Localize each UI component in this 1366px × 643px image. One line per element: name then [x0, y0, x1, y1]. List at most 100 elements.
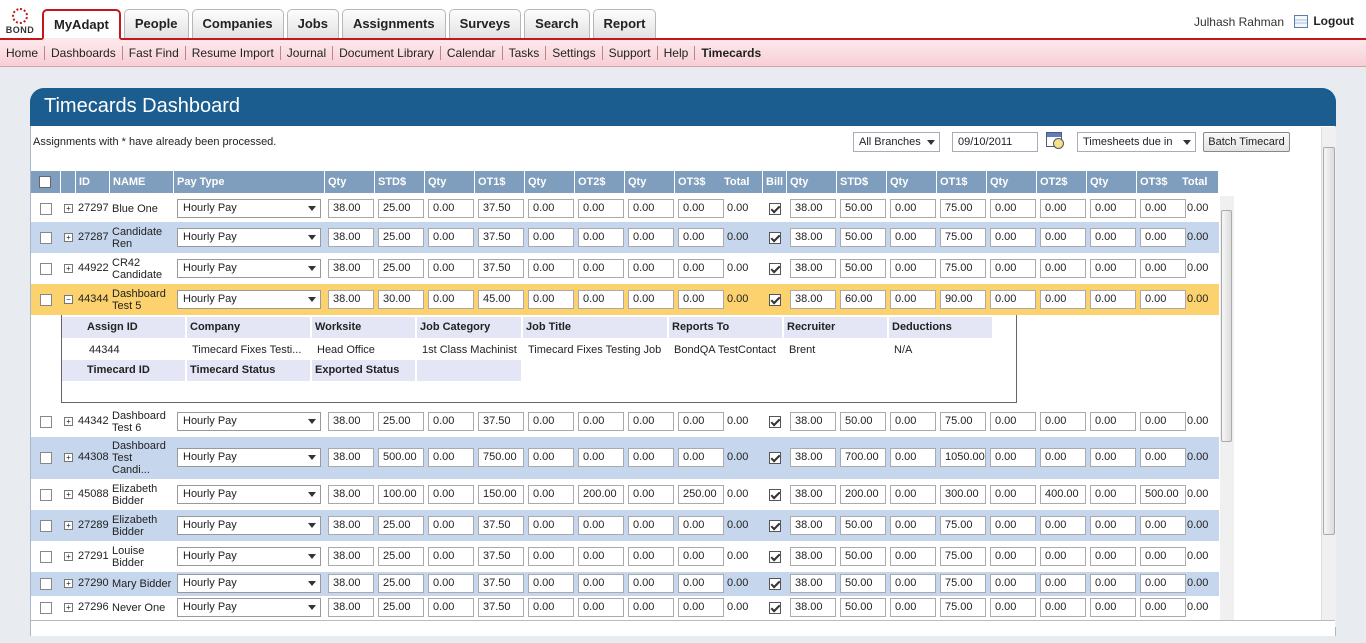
- bill-ot1-rate-input[interactable]: 75.00: [940, 412, 986, 431]
- candidate-name[interactable]: Blue One: [112, 203, 174, 215]
- bill-ot1-qty-input[interactable]: 0.00: [890, 290, 936, 309]
- bill-ot2-rate-input[interactable]: 400.00: [1040, 485, 1086, 504]
- bill-ot3-rate-input[interactable]: 0.00: [1140, 547, 1186, 566]
- bill-ot3-qty-input[interactable]: 0.00: [1090, 574, 1136, 593]
- pay-ot3-qty-input[interactable]: 0.00: [628, 290, 674, 309]
- bill-ot3-qty-input[interactable]: 0.00: [1090, 516, 1136, 535]
- bill-std-rate-input[interactable]: 50.00: [840, 598, 886, 617]
- row-select-checkbox[interactable]: [40, 232, 52, 244]
- grid-scrollbar[interactable]: [1220, 196, 1234, 620]
- column-header-std-dollars-4[interactable]: STD$: [375, 171, 425, 193]
- bill-ot1-qty-input[interactable]: 0.00: [890, 412, 936, 431]
- pay-type-select[interactable]: Hourly Pay: [177, 199, 321, 218]
- column-header-bill-12[interactable]: Bill: [763, 171, 787, 193]
- panel-scrollbar-thumb[interactable]: [1323, 147, 1335, 535]
- bill-ot3-qty-input[interactable]: 0.00: [1090, 259, 1136, 278]
- pay-ot2-rate-input[interactable]: 0.00: [578, 516, 624, 535]
- logout-button[interactable]: Logout: [1294, 14, 1354, 28]
- table-row[interactable]: +44922 CR42 Candidate Hourly Pay 38.00 25.00 0…: [31, 253, 1219, 284]
- expand-icon[interactable]: +: [64, 603, 73, 612]
- bill-std-rate-input[interactable]: 50.00: [840, 259, 886, 278]
- candidate-name[interactable]: Dashboard Test 6: [112, 410, 174, 434]
- pay-std-qty-input[interactable]: 38.00: [328, 485, 374, 504]
- bill-std-rate-input[interactable]: 50.00: [840, 547, 886, 566]
- date-input[interactable]: 09/10/2011: [952, 132, 1038, 152]
- panel-scrollbar[interactable]: [1321, 127, 1336, 627]
- column-header-ot2-dollars-8[interactable]: OT2$: [575, 171, 625, 193]
- pay-std-rate-input[interactable]: 30.00: [378, 290, 424, 309]
- pay-ot2-rate-input[interactable]: 200.00: [578, 485, 624, 504]
- pay-ot2-rate-input[interactable]: 0.00: [578, 547, 624, 566]
- candidate-name[interactable]: Elizabeth Bidder: [112, 483, 174, 507]
- pay-ot1-qty-input[interactable]: 0.00: [428, 547, 474, 566]
- bill-ot1-rate-input[interactable]: 75.00: [940, 228, 986, 247]
- bill-ot2-rate-input[interactable]: 0.00: [1040, 547, 1086, 566]
- pay-type-select[interactable]: Hourly Pay: [177, 259, 321, 278]
- calendar-icon[interactable]: [1046, 132, 1064, 149]
- bill-ot3-rate-input[interactable]: 0.00: [1140, 574, 1186, 593]
- bill-checkbox[interactable]: [769, 578, 781, 590]
- row-select-checkbox[interactable]: [40, 520, 52, 532]
- candidate-name[interactable]: Dashboard Test 5: [112, 288, 174, 312]
- pay-ot1-rate-input[interactable]: 37.50: [478, 598, 524, 617]
- bill-std-qty-input[interactable]: 38.00: [790, 259, 836, 278]
- bill-ot1-qty-input[interactable]: 0.00: [890, 228, 936, 247]
- pay-ot2-qty-input[interactable]: 0.00: [528, 412, 574, 431]
- bill-ot2-qty-input[interactable]: 0.00: [990, 547, 1036, 566]
- select-all-header[interactable]: [31, 171, 61, 193]
- pay-ot1-rate-input[interactable]: 37.50: [478, 199, 524, 218]
- bill-std-qty-input[interactable]: 38.00: [790, 598, 836, 617]
- bill-ot1-qty-input[interactable]: 0.00: [890, 547, 936, 566]
- subnav-calendar[interactable]: Calendar: [441, 46, 503, 60]
- bill-ot2-rate-input[interactable]: 0.00: [1040, 259, 1086, 278]
- tab-companies[interactable]: Companies: [191, 9, 284, 38]
- pay-ot1-rate-input[interactable]: 37.50: [478, 574, 524, 593]
- subnav-settings[interactable]: Settings: [546, 46, 603, 60]
- bill-ot3-qty-input[interactable]: 0.00: [1090, 448, 1136, 467]
- pay-ot3-rate-input[interactable]: 0.00: [678, 547, 724, 566]
- pay-ot1-qty-input[interactable]: 0.00: [428, 228, 474, 247]
- table-row[interactable]: −44344 Dashboard Test 5 Hourly Pay 38.00 30.0…: [31, 284, 1219, 315]
- pay-type-select[interactable]: Hourly Pay: [177, 228, 321, 247]
- bill-ot3-rate-input[interactable]: 500.00: [1140, 485, 1186, 504]
- pay-ot2-qty-input[interactable]: 0.00: [528, 485, 574, 504]
- bill-ot1-rate-input[interactable]: 90.00: [940, 290, 986, 309]
- row-select-checkbox[interactable]: [40, 602, 52, 614]
- bill-ot3-rate-input[interactable]: 0.00: [1140, 516, 1186, 535]
- pay-ot3-rate-input[interactable]: 0.00: [678, 574, 724, 593]
- subnav-fast-find[interactable]: Fast Find: [123, 46, 186, 60]
- candidate-name[interactable]: Dashboard Test Candi...: [112, 440, 174, 476]
- bill-ot1-qty-input[interactable]: 0.00: [890, 516, 936, 535]
- tab-myadapt[interactable]: MyAdapt: [42, 9, 121, 40]
- pay-std-qty-input[interactable]: 38.00: [328, 574, 374, 593]
- bill-checkbox[interactable]: [769, 263, 781, 275]
- subnav-document-library[interactable]: Document Library: [333, 46, 441, 60]
- column-header-std-dollars-14[interactable]: STD$: [837, 171, 887, 193]
- pay-type-select[interactable]: Hourly Pay: [177, 574, 321, 593]
- pay-ot3-qty-input[interactable]: 0.00: [628, 259, 674, 278]
- timesheet-due-select[interactable]: Timesheets due in: [1077, 132, 1196, 152]
- pay-std-qty-input[interactable]: 38.00: [328, 598, 374, 617]
- pay-ot3-rate-input[interactable]: 0.00: [678, 259, 724, 278]
- bill-ot1-qty-input[interactable]: 0.00: [890, 485, 936, 504]
- bill-ot2-qty-input[interactable]: 0.00: [990, 516, 1036, 535]
- pay-std-qty-input[interactable]: 38.00: [328, 259, 374, 278]
- pay-std-rate-input[interactable]: 25.00: [378, 574, 424, 593]
- bill-ot2-qty-input[interactable]: 0.00: [990, 412, 1036, 431]
- pay-type-select[interactable]: Hourly Pay: [177, 547, 321, 566]
- expand-icon[interactable]: +: [64, 204, 73, 213]
- column-header-ot1-dollars-16[interactable]: OT1$: [937, 171, 987, 193]
- pay-type-select[interactable]: Hourly Pay: [177, 485, 321, 504]
- pay-ot1-rate-input[interactable]: 37.50: [478, 228, 524, 247]
- bill-ot2-rate-input[interactable]: 0.00: [1040, 199, 1086, 218]
- expand-icon[interactable]: +: [64, 490, 73, 499]
- pay-ot1-rate-input[interactable]: 750.00: [478, 448, 524, 467]
- subnav-support[interactable]: Support: [603, 46, 658, 60]
- tab-surveys[interactable]: Surveys: [448, 9, 522, 38]
- bill-ot1-rate-input[interactable]: 75.00: [940, 574, 986, 593]
- bill-std-qty-input[interactable]: 38.00: [790, 574, 836, 593]
- column-header-qty-17[interactable]: Qty: [987, 171, 1037, 193]
- bill-ot3-rate-input[interactable]: 0.00: [1140, 412, 1186, 431]
- bill-ot2-rate-input[interactable]: 0.00: [1040, 574, 1086, 593]
- pay-ot3-rate-input[interactable]: 0.00: [678, 290, 724, 309]
